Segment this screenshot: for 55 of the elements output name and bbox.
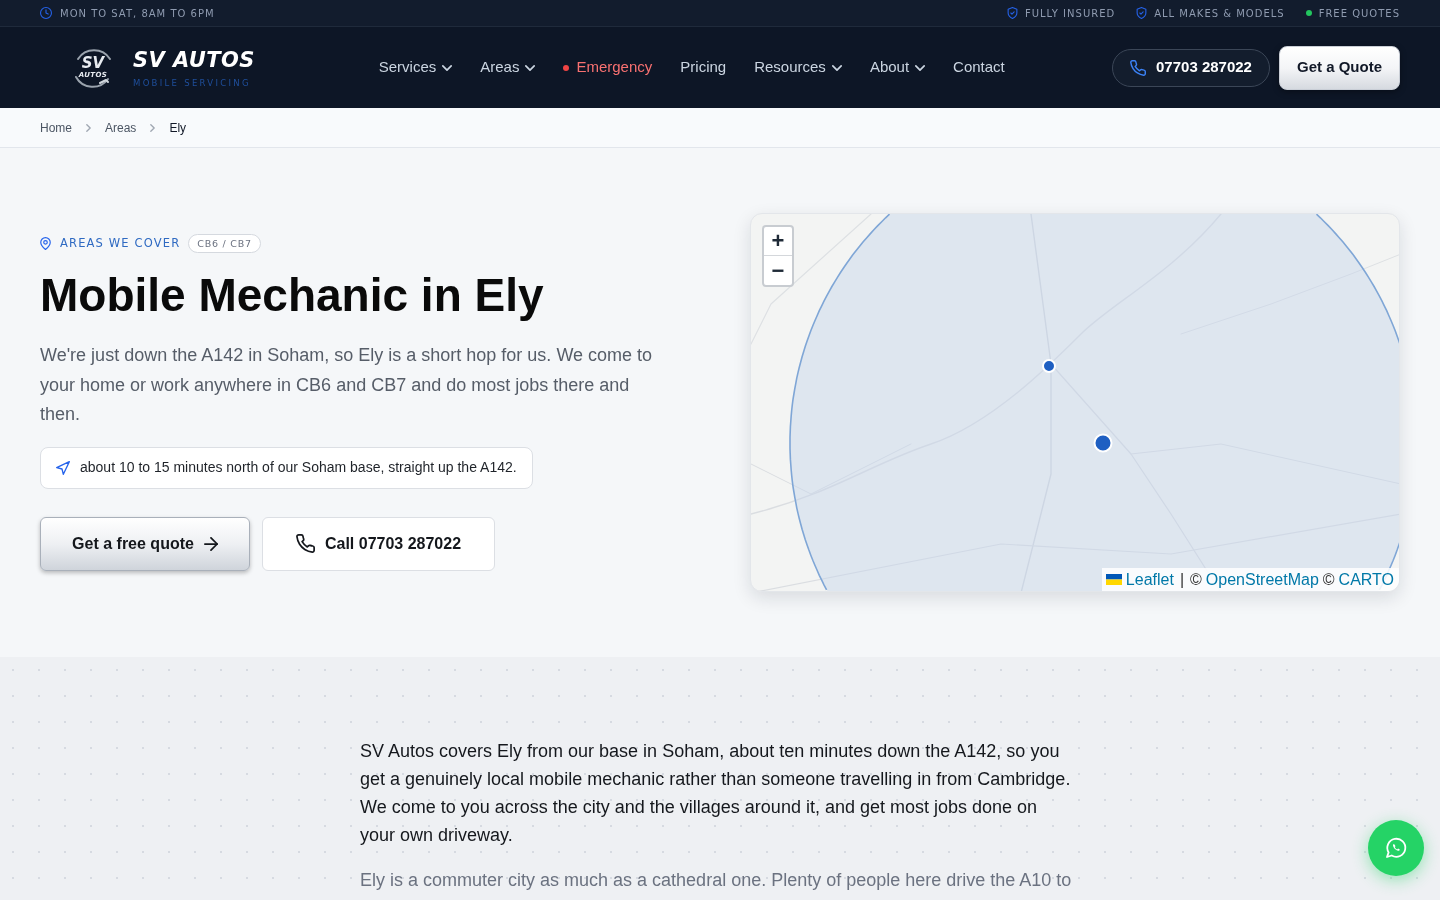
map-panel[interactable]: + − Leaflet | © OpenStreetMap © CARTO — [750, 213, 1400, 592]
map-marker-icon[interactable] — [1093, 433, 1113, 453]
body-paragraph: Ely is a commuter city as much as a cathedral one. Plenty of people here drive the A10 to — [360, 869, 1073, 892]
nav-link[interactable]: Contact — [953, 56, 1005, 79]
phone-icon — [295, 534, 315, 554]
breadcrumb-link[interactable]: Home — [40, 118, 72, 137]
zoom-in-button[interactable]: + — [764, 227, 792, 256]
breadcrumb-link[interactable]: Areas — [105, 118, 137, 137]
intro-text: We're just down the A142 in Soham, so Ely is a short hop for us. We come to your home or work anywhere in CB6 and CB7 and do most jobs there and then. — [40, 344, 654, 427]
arrow-right-icon — [203, 536, 218, 551]
get-quote-button[interactable]: Get a Quote — [1279, 45, 1400, 90]
trust-label: ALL MAKES & MODELS — [1154, 6, 1285, 21]
nav-link[interactable]: Services — [378, 56, 453, 79]
chevron-right-icon — [150, 123, 156, 132]
trust-label: FULLY INSURED — [1024, 6, 1116, 21]
map-pin-icon — [40, 237, 51, 251]
navigation-arrow-icon — [56, 460, 70, 475]
copyright-symbol: © — [1190, 569, 1202, 590]
phone-icon — [1130, 59, 1147, 76]
chevron-down-icon — [442, 64, 453, 71]
opening-hours: MON TO SAT, 8AM TO 6PM — [60, 6, 215, 21]
travel-note-text: about 10 to 15 minutes north of our Soham base, straight up the A142. — [80, 458, 517, 478]
brand-name[interactable]: SV AUTOS — [133, 47, 255, 72]
map-marker-icon[interactable] — [1042, 359, 1056, 373]
call-button[interactable]: Call 07703 287022 — [262, 516, 495, 571]
attribution-link[interactable]: OpenStreetMap — [1205, 567, 1319, 591]
nav-link[interactable]: Resources — [754, 56, 842, 79]
nav-link[interactable]: Emergency — [563, 56, 653, 79]
chevron-down-icon — [525, 64, 536, 71]
attribution-separator: | — [1179, 569, 1185, 590]
attribution-link[interactable]: Leaflet — [1105, 567, 1174, 591]
chat-phone-icon — [1384, 836, 1408, 860]
chevron-right-icon — [86, 123, 91, 132]
zoom-out-button[interactable]: − — [764, 256, 792, 285]
shield-check-icon — [1136, 7, 1148, 19]
nav-link[interactable]: Areas — [480, 56, 536, 79]
trust-label: FREE QUOTES — [1318, 6, 1400, 21]
logo-emblem-text: SV — [81, 56, 105, 71]
page-title: Mobile Mechanic in Ely — [40, 268, 545, 324]
copyright-symbol: © — [1322, 569, 1335, 590]
clock-icon — [40, 7, 52, 19]
phone-button[interactable]: 07703 287022 — [1112, 48, 1270, 87]
shield-check-icon — [1006, 7, 1018, 19]
flag-icon — [1105, 574, 1122, 585]
brand-tagline: MOBILE SERVICING — [133, 77, 252, 88]
postcode-badge: CB6 / CB7 — [188, 234, 261, 254]
nav-link[interactable]: About — [869, 56, 926, 79]
section-eyebrow: AREAS WE COVER — [60, 235, 181, 253]
nav-link[interactable]: Pricing — [680, 56, 727, 79]
chevron-down-icon — [831, 64, 842, 71]
free-quote-button[interactable]: Get a free quote — [40, 516, 250, 571]
breadcrumb-link[interactable]: Ely — [169, 118, 187, 137]
chevron-down-icon — [915, 64, 926, 71]
attribution-link[interactable]: CARTO — [1338, 567, 1394, 591]
body-paragraph: SV Autos covers Ely from our base in Soham, about ten minutes down the A142, so you get a genuinely local mobile mechanic rather than someone travelling in from Cambridge. We come to you across the city and the villages around it, and get most jobs done on your own driveway. — [360, 740, 1072, 847]
